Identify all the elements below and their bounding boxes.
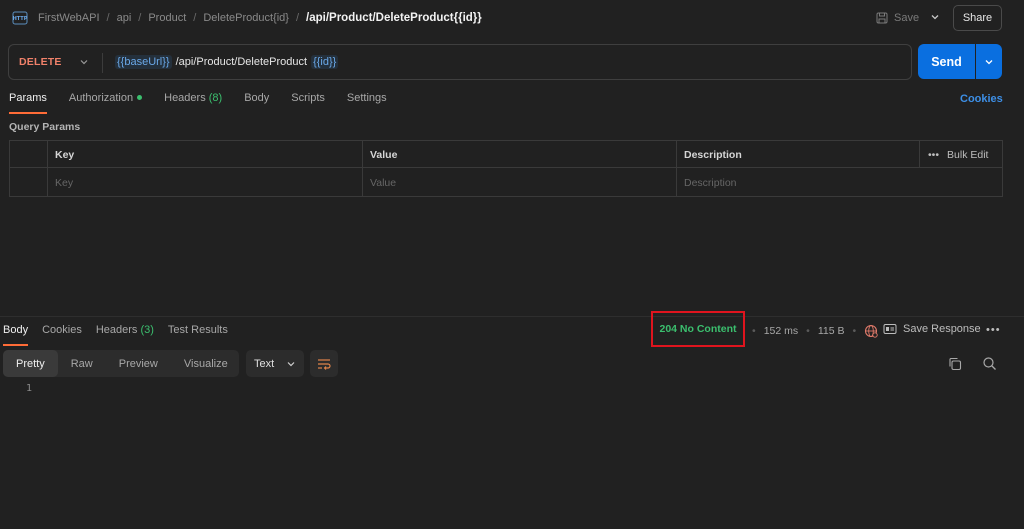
separator-dot: • [852,325,857,337]
breadcrumb-separator: / [106,12,110,24]
column-header-value: Value [370,149,398,161]
tab-count: (3) [140,324,154,336]
chevron-down-icon[interactable] [930,12,940,22]
tab-response-headers[interactable]: Headers (3) [96,324,154,346]
save-button[interactable]: Save [876,9,919,27]
column-header-description: Description [684,149,742,161]
table-row: Key Value Description [10,169,1002,196]
tab-scripts[interactable]: Scripts [291,92,325,114]
save-response-label: Save Response [903,323,981,335]
tab-response-body[interactable]: Body [3,324,29,346]
method-select[interactable]: DELETE [19,56,62,68]
column-header-key: Key [55,149,75,161]
cookies-link[interactable]: Cookies [960,93,1003,105]
breadcrumb-separator: / [138,12,142,24]
chevron-down-icon [985,59,993,64]
breadcrumb-item-product[interactable]: Product [148,12,186,24]
pane-divider[interactable] [0,316,1024,317]
format-raw[interactable]: Raw [58,350,106,377]
url-variable-base: {{baseUrl}} [115,55,172,69]
breadcrumb-item-collection[interactable]: FirstWebAPI [38,12,100,24]
tab-label: Cookies [42,324,82,336]
url-bar: DELETE {{baseUrl}} /api/Product/DeletePr… [8,44,912,80]
tab-headers[interactable]: Headers (8) [164,92,222,114]
search-icon[interactable] [982,356,997,371]
format-visualize[interactable]: Visualize [171,350,241,377]
separator-dot: • [806,325,810,337]
tab-label: Settings [346,92,387,104]
tab-params[interactable]: Params [9,92,47,114]
status-badge[interactable]: 204 No Content [659,323,736,335]
breadcrumb: FirstWebAPI / api / Product / DeleteProd… [38,12,482,24]
tab-body[interactable]: Body [244,92,269,114]
value-input[interactable]: Value [370,177,396,189]
tab-label: Authorization [68,92,134,104]
response-size[interactable]: 115 B [818,325,845,337]
line-number: 1 [26,383,33,394]
tab-label: Params [9,92,47,104]
tab-label: Body [244,92,270,104]
description-input[interactable]: Description [684,177,737,189]
format-preview[interactable]: Preview [106,350,171,377]
more-icon: ••• [928,149,940,161]
wrap-lines-icon [318,358,331,370]
key-input[interactable]: Key [55,177,73,189]
network-globe-icon[interactable] [864,324,878,338]
tab-settings[interactable]: Settings [347,92,387,114]
send-options-button[interactable] [976,44,1002,79]
request-name[interactable]: /api/Product/DeleteProduct{{id}} [306,12,482,24]
tab-response-cookies[interactable]: Cookies [42,324,82,346]
divider [102,53,103,73]
tab-label: Body [3,324,29,336]
tab-label: Test Results [167,324,228,336]
response-tabs: Body Cookies Headers (3) Test Results [3,324,242,346]
copy-icon[interactable] [948,357,962,371]
format-type-select[interactable]: Text [246,350,304,377]
tab-count: (8) [208,92,223,104]
tab-test-results[interactable]: Test Results [168,324,228,346]
query-params-title: Query Params [9,121,81,133]
top-bar: HTTP FirstWebAPI / api / Product / Delet… [0,0,1024,36]
chevron-down-icon[interactable] [79,57,89,67]
http-icon: HTTP [12,11,28,25]
wrap-lines-button[interactable] [310,350,338,377]
format-pretty[interactable]: Pretty [3,350,58,377]
url-input[interactable]: {{baseUrl}} /api/Product/DeleteProduct {… [115,55,339,69]
response-time[interactable]: 152 ms [764,325,798,337]
tab-label: Headers [95,324,138,336]
separator-dot: • [752,325,756,337]
svg-text:HTTP: HTTP [13,16,28,22]
url-variable-id: {{id}} [311,55,339,69]
save-icon [876,12,888,24]
send-button[interactable]: Send [918,44,975,79]
breadcrumb-separator: / [295,12,300,24]
breadcrumb-separator: / [193,12,197,24]
save-response-icon [883,324,897,334]
response-meta: • 152 ms • 115 B • [752,324,878,338]
tab-authorization[interactable]: Authorization [68,92,143,114]
chevron-down-icon [287,361,295,366]
query-params-table: Key Value Description ••• Bulk Edit Key … [9,140,1003,197]
save-label: Save [894,12,920,24]
breadcrumb-item-api[interactable]: api [117,12,132,24]
tab-label: Scripts [291,92,325,104]
table-header-row: Key Value Description ••• Bulk Edit [10,141,1002,168]
bulk-edit-button[interactable]: ••• Bulk Edit [928,149,988,161]
breadcrumb-item-delete[interactable]: DeleteProduct{id} [203,12,289,24]
share-button[interactable]: Share [953,5,1002,31]
save-response-button[interactable]: Save Response [883,323,981,335]
status-dot [137,94,143,100]
url-path: /api/Product/DeleteProduct [175,56,308,68]
format-toggle-group: Pretty Raw Preview Visualize [3,350,239,377]
request-tabs: Params Authorization Headers (8) Body Sc… [9,92,409,114]
tab-label: Headers [164,92,206,104]
bulk-edit-label: Bulk Edit [947,149,989,161]
status-highlight: 204 No Content [651,311,745,347]
more-options-icon[interactable]: ••• [986,324,1001,336]
format-type-label: Text [254,357,275,370]
